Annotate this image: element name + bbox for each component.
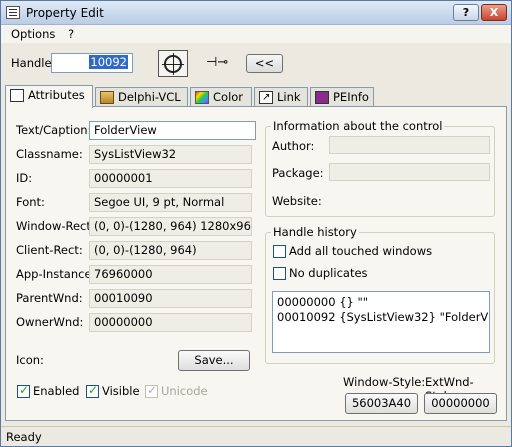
collapse-button[interactable]: << — [246, 54, 283, 73]
window-style-label: Window-Style: — [343, 375, 426, 389]
title-bar[interactable]: Property Edit ? X — [1, 1, 511, 25]
package-label: Package: — [272, 166, 324, 180]
tab-attributes[interactable]: Attributes — [5, 85, 93, 108]
unicode-label: Unicode — [161, 384, 208, 398]
help-button[interactable]: ? — [453, 4, 479, 21]
classname-label: Classname: — [16, 147, 83, 161]
tab-color[interactable]: Color — [190, 87, 252, 107]
add-all-checkbox[interactable] — [273, 245, 286, 258]
parent-wnd-label: ParentWnd: — [16, 291, 83, 305]
app-icon — [6, 6, 20, 19]
tab-link[interactable]: Link — [254, 87, 308, 107]
window-rect-field[interactable]: (0, 0)-(1280, 964) 1280x964 — [89, 217, 252, 236]
attributes-icon — [10, 89, 24, 102]
delphi-icon — [100, 91, 114, 104]
crosshair-icon — [162, 53, 184, 75]
text-caption-label: Text/Caption: — [16, 123, 92, 137]
font-label: Font: — [16, 195, 45, 209]
font-field[interactable]: Segoe UI, 9 pt, Normal — [89, 193, 252, 212]
menu-help[interactable]: ? — [68, 27, 74, 41]
unicode-checkbox[interactable] — [145, 383, 158, 398]
status-bar: Ready — [1, 426, 511, 446]
app-instance-label: App-Instance: — [16, 267, 96, 281]
author-field[interactable] — [329, 136, 490, 154]
package-field[interactable] — [329, 163, 490, 181]
list-item[interactable]: 00000000 {} "" — [277, 295, 485, 310]
enabled-checkbox[interactable] — [17, 383, 30, 398]
pin-icon[interactable]: ⊣⊸ — [206, 55, 228, 70]
close-button[interactable]: X — [481, 4, 507, 21]
tab-link-label: Link — [277, 90, 301, 104]
id-field[interactable]: 00000001 — [89, 169, 252, 188]
icon-label: Icon: — [16, 353, 44, 367]
save-icon-button[interactable]: Save... — [178, 350, 250, 371]
website-label: Website: — [272, 194, 322, 208]
app-instance-field[interactable]: 76960000 — [89, 265, 252, 284]
list-item[interactable]: 00010092 {SysListView32} "FolderView" — [277, 310, 489, 325]
menu-bar: Options ? — [1, 25, 511, 43]
link-icon — [259, 89, 273, 107]
author-label: Author: — [272, 139, 315, 153]
client-rect-label: Client-Rect: — [16, 243, 83, 257]
tab-delphi-vcl[interactable]: Delphi-VCL — [95, 87, 188, 107]
text-caption-field[interactable]: FolderView — [89, 121, 256, 140]
tab-color-label: Color — [213, 90, 244, 104]
tab-attributes-label: Attributes — [28, 88, 85, 102]
history-groupbox: Handle history Add all touched windows N… — [265, 225, 495, 364]
peinfo-icon — [315, 91, 329, 104]
window-finder-tool[interactable] — [158, 50, 188, 77]
status-text: Ready — [6, 430, 42, 444]
handle-label: Handle: — [11, 56, 56, 70]
window-style-button[interactable]: 56003A40 — [345, 393, 418, 414]
parent-wnd-field[interactable]: 00010090 — [89, 289, 252, 308]
history-group-title: Handle history — [271, 225, 359, 239]
attributes-panel: Text/Caption: FolderView Classname: SysL… — [5, 106, 507, 421]
no-duplicates-checkbox[interactable] — [273, 267, 286, 280]
window-rect-label: Window-Rect: — [16, 219, 95, 233]
tab-peinfo-label: PEInfo — [333, 90, 369, 104]
tab-peinfo[interactable]: PEInfo — [310, 87, 374, 107]
enabled-label: Enabled — [33, 384, 80, 398]
menu-options[interactable]: Options — [11, 27, 55, 41]
window-title: Property Edit — [26, 6, 104, 20]
color-icon — [195, 91, 209, 104]
info-group-title: Information about the control — [271, 119, 445, 133]
classname-field[interactable]: SysListView32 — [89, 145, 252, 164]
visible-checkbox[interactable] — [86, 383, 99, 398]
info-groupbox: Information about the control Author: Pa… — [265, 119, 495, 217]
visible-label: Visible — [102, 384, 140, 398]
owner-wnd-label: OwnerWnd: — [16, 315, 84, 329]
client-rect-field[interactable]: (0, 0)-(1280, 964) — [89, 241, 252, 260]
no-duplicates-label: No duplicates — [289, 266, 368, 280]
tab-bar: Attributes Delphi-VCL Color Link PEInfo — [5, 85, 505, 108]
history-list[interactable]: 00000000 {} "" 00010092 {SysListView32} … — [272, 291, 490, 353]
ext-style-button[interactable]: 00000000 — [424, 393, 497, 414]
property-edit-window: Property Edit ? X Options ? Handle: 1009… — [0, 0, 512, 447]
owner-wnd-field[interactable]: 00000000 — [89, 313, 252, 332]
tab-delphi-vcl-label: Delphi-VCL — [118, 90, 181, 104]
add-all-label: Add all touched windows — [289, 244, 433, 258]
handle-input[interactable]: 10092 — [51, 53, 133, 73]
id-label: ID: — [16, 171, 33, 185]
handle-value: 10092 — [89, 55, 128, 69]
